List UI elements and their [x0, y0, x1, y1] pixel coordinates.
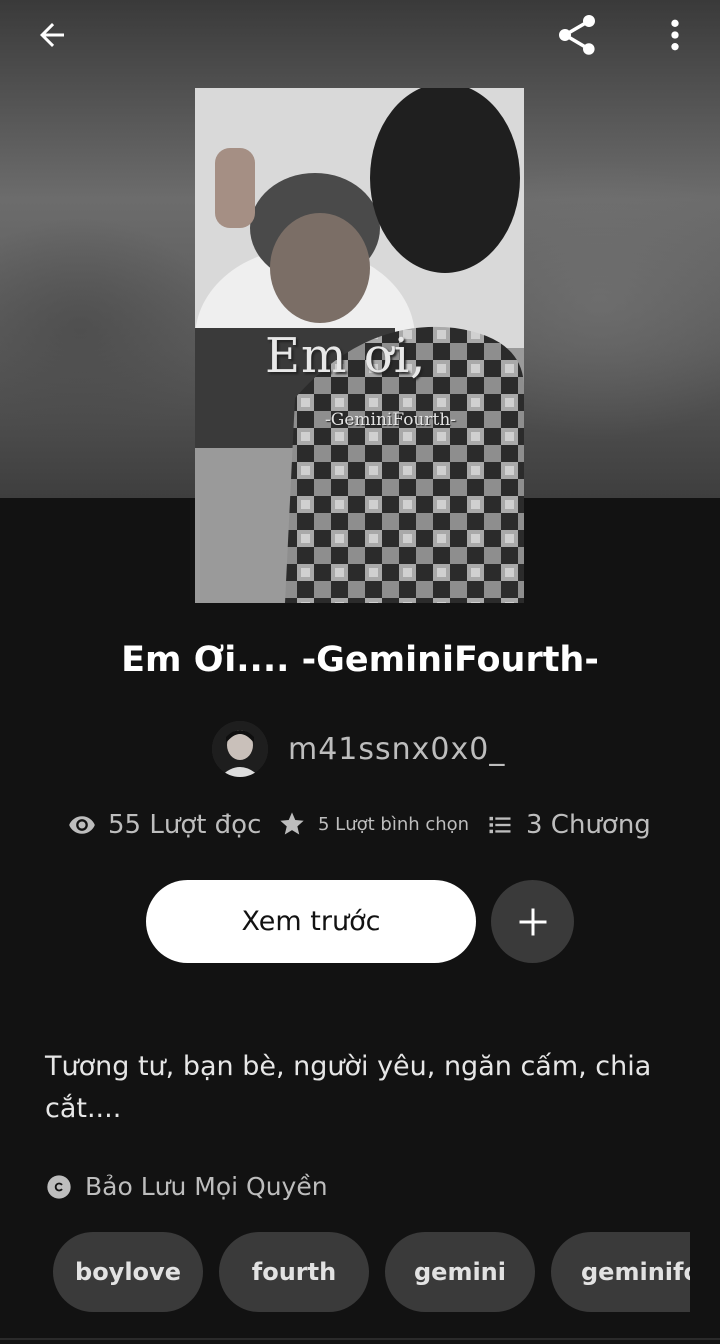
more-vertical-icon	[671, 19, 679, 51]
story-cover[interactable]: Em ơi, -GeminiFourth-	[195, 88, 524, 603]
avatar	[212, 721, 268, 777]
copyright-notice: Bảo Lưu Mọi Quyền	[45, 1172, 328, 1201]
story-title: Em Ơi.... -GeminiFourth-	[121, 640, 599, 680]
back-button[interactable]	[22, 12, 82, 58]
reads-label: 55 Lượt đọc	[108, 810, 262, 840]
list-icon	[489, 816, 511, 834]
cover-subtitle: -GeminiFourth-	[325, 410, 457, 430]
copyright-label: Bảo Lưu Mọi Quyền	[85, 1172, 328, 1201]
top-bar	[0, 0, 720, 70]
more-options-button[interactable]	[650, 10, 700, 60]
share-button[interactable]	[548, 8, 606, 62]
divider	[0, 1338, 720, 1340]
add-to-library-button[interactable]	[491, 880, 574, 963]
author-name: m41ssnx0x0_	[288, 731, 506, 767]
tag-list: boylove fourth gemini geminifourth	[53, 1232, 690, 1312]
tag-boylove[interactable]: boylove	[53, 1232, 203, 1312]
preview-button[interactable]: Xem trước	[146, 880, 476, 963]
chapters-count[interactable]: 3 Chương	[486, 810, 651, 840]
votes-label: 5 Lượt bình chọn	[318, 813, 470, 835]
author-link[interactable]: m41ssnx0x0_	[212, 720, 505, 778]
tag-gemini[interactable]: gemini	[385, 1232, 535, 1312]
tag-fourth[interactable]: fourth	[219, 1232, 369, 1312]
votes-count: 5 Lượt bình chọn	[278, 810, 469, 838]
eye-icon	[69, 816, 95, 834]
story-description: Tương tư, bạn bè, người yêu, ngăn cấm, c…	[45, 1051, 652, 1124]
copyright-icon	[47, 1174, 71, 1199]
chapters-label: 3 Chương	[526, 810, 651, 840]
arrow-left-icon	[40, 23, 64, 47]
tag-geminifourth[interactable]: geminifourth	[551, 1232, 690, 1312]
plus-icon	[519, 908, 546, 935]
star-icon	[280, 812, 304, 835]
share-icon	[559, 15, 595, 55]
reads-count: 55 Lượt đọc	[68, 810, 261, 840]
cover-title: Em ơi,	[265, 328, 427, 384]
